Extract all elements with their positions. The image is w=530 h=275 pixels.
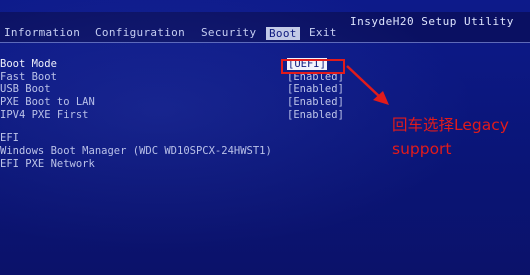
tab-configuration[interactable]: Configuration bbox=[95, 26, 185, 39]
tab-boot[interactable]: Boot bbox=[266, 27, 300, 40]
tab-exit[interactable]: Exit bbox=[309, 26, 337, 39]
annotation-arrow-icon bbox=[346, 65, 389, 105]
setting-value[interactable]: [Enabled] bbox=[287, 96, 344, 108]
setting-label: Fast Boot bbox=[0, 71, 57, 83]
setting-value[interactable]: [Enabled] bbox=[287, 109, 344, 121]
setting-label: Boot Mode bbox=[0, 58, 57, 70]
setting-label: PXE Boot to LAN bbox=[0, 96, 95, 108]
setting-ipv4-pxe-first[interactable]: IPV4 PXE First [Enabled] bbox=[0, 109, 360, 121]
setting-value[interactable]: [Enabled] bbox=[287, 83, 344, 95]
menu-divider bbox=[0, 42, 530, 43]
annotation-highlight-box bbox=[281, 59, 345, 74]
setting-usb-boot[interactable]: USB Boot [Enabled] bbox=[0, 83, 360, 95]
boot-item-windows-boot-manager[interactable]: Windows Boot Manager (WDC WD10SPCX-24HWS… bbox=[0, 145, 272, 157]
tab-security[interactable]: Security bbox=[201, 26, 256, 39]
setting-label: IPV4 PXE First bbox=[0, 109, 89, 121]
annotation-text: 回车选择Legacy support bbox=[392, 116, 509, 158]
utility-title: InsydeH20 Setup Utility bbox=[350, 15, 514, 28]
boot-order-heading: EFI bbox=[0, 132, 19, 144]
setting-label: USB Boot bbox=[0, 83, 51, 95]
boot-item-efi-pxe-network[interactable]: EFI PXE Network bbox=[0, 158, 95, 170]
setting-pxe-boot-to-lan[interactable]: PXE Boot to LAN [Enabled] bbox=[0, 96, 360, 108]
tab-information[interactable]: Information bbox=[4, 26, 80, 39]
